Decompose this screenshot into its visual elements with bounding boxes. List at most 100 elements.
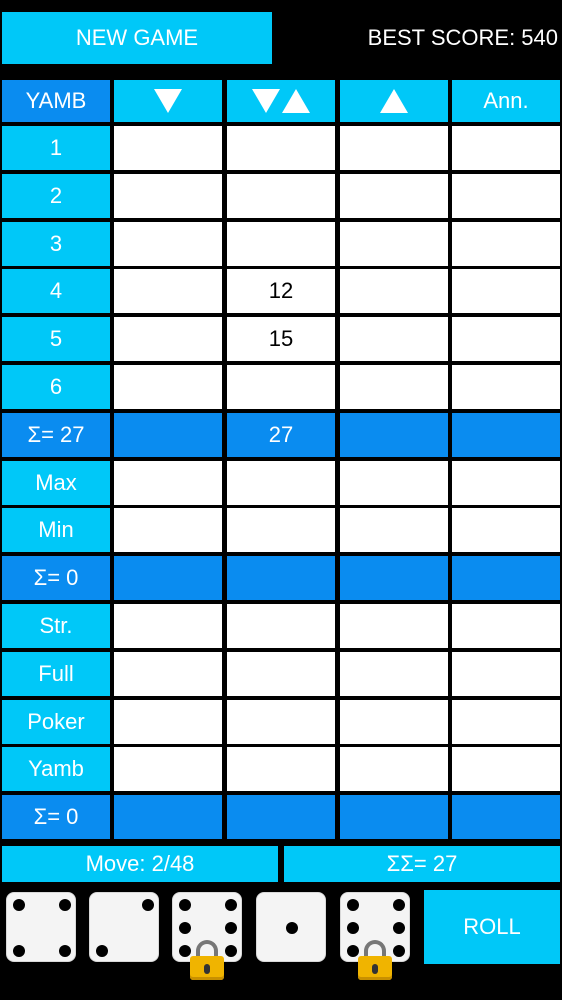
die-4[interactable] [256, 892, 326, 962]
score-cell[interactable] [114, 747, 222, 791]
score-cell[interactable] [227, 508, 335, 552]
score-cell[interactable] [340, 174, 448, 218]
die-pip [96, 945, 108, 957]
row-label: Full [2, 652, 110, 696]
die-pip [225, 899, 237, 911]
die-pip [286, 922, 298, 934]
score-cell[interactable] [114, 222, 222, 266]
score-cell [452, 556, 560, 600]
score-cell[interactable] [340, 700, 448, 744]
score-cell[interactable] [452, 365, 560, 409]
score-cell[interactable]: 15 [227, 317, 335, 361]
row-label: Yamb [2, 747, 110, 791]
row-label: Max [2, 461, 110, 505]
score-cell [452, 795, 560, 839]
score-cell[interactable] [340, 461, 448, 505]
score-cell[interactable] [114, 508, 222, 552]
score-cell [227, 556, 335, 600]
score-cell[interactable] [452, 652, 560, 696]
die-pip [59, 945, 71, 957]
score-cell [452, 413, 560, 457]
column-header-up[interactable] [340, 80, 448, 122]
column-header-yamb: YAMB [2, 80, 110, 122]
die-pip [13, 899, 25, 911]
die-pip [225, 945, 237, 957]
score-cell[interactable] [452, 269, 560, 313]
score-cell[interactable] [452, 126, 560, 170]
score-cell[interactable] [340, 747, 448, 791]
score-cell[interactable] [227, 747, 335, 791]
score-cell[interactable] [340, 508, 448, 552]
up-arrow-icon [380, 89, 408, 113]
row-label: Σ= 0 [2, 795, 110, 839]
score-cell[interactable] [114, 652, 222, 696]
score-cell[interactable] [452, 508, 560, 552]
column-header-announce[interactable]: Ann. [452, 80, 560, 122]
score-cell[interactable] [114, 269, 222, 313]
score-cell[interactable] [114, 126, 222, 170]
die-1[interactable] [6, 892, 76, 962]
die-pip [393, 945, 405, 957]
column-header-down[interactable] [114, 80, 222, 122]
score-cell[interactable] [452, 461, 560, 505]
score-cell [114, 413, 222, 457]
row-label: Str. [2, 604, 110, 648]
score-cell[interactable] [114, 174, 222, 218]
best-score-label: BEST SCORE: 540 [367, 25, 558, 50]
score-cell: 27 [227, 413, 335, 457]
grand-total: ΣΣ= 27 [284, 846, 560, 882]
row-label: 6 [2, 365, 110, 409]
score-cell[interactable] [227, 700, 335, 744]
score-cell[interactable] [227, 174, 335, 218]
die-pip [393, 922, 405, 934]
score-cell[interactable] [340, 365, 448, 409]
row-label: 2 [2, 174, 110, 218]
score-cell[interactable] [227, 604, 335, 648]
score-cell[interactable] [114, 604, 222, 648]
die-2[interactable] [89, 892, 159, 962]
score-cell[interactable] [227, 652, 335, 696]
score-cell[interactable] [340, 222, 448, 266]
score-cell[interactable] [227, 461, 335, 505]
score-cell[interactable] [340, 652, 448, 696]
move-counter: Move: 2/48 [2, 846, 278, 882]
row-label: 4 [2, 269, 110, 313]
score-cell[interactable] [114, 365, 222, 409]
new-game-button[interactable]: NEW GAME [2, 12, 272, 64]
score-cell[interactable] [114, 461, 222, 505]
score-cell [340, 556, 448, 600]
score-cell[interactable] [227, 126, 335, 170]
die-pip [179, 899, 191, 911]
row-label: Σ= 0 [2, 556, 110, 600]
lock-icon [358, 940, 392, 980]
down-arrow-icon [154, 89, 182, 113]
score-cell[interactable] [340, 604, 448, 648]
score-cell[interactable] [340, 317, 448, 361]
score-cell[interactable] [227, 365, 335, 409]
row-label: 1 [2, 126, 110, 170]
score-cell[interactable] [452, 604, 560, 648]
score-cell [114, 795, 222, 839]
score-cell[interactable] [452, 222, 560, 266]
die-pip [59, 899, 71, 911]
score-cell [340, 413, 448, 457]
score-cell[interactable] [227, 222, 335, 266]
down-up-arrows-icon [251, 89, 311, 113]
die-pip [225, 922, 237, 934]
score-cell[interactable] [452, 174, 560, 218]
score-cell[interactable] [452, 747, 560, 791]
row-label: Min [2, 508, 110, 552]
score-cell[interactable]: 12 [227, 269, 335, 313]
score-cell[interactable] [114, 700, 222, 744]
score-cell[interactable] [114, 317, 222, 361]
column-header-updown[interactable] [227, 80, 335, 122]
roll-button[interactable]: ROLL [424, 890, 560, 964]
score-cell[interactable] [452, 317, 560, 361]
die-pip [13, 945, 25, 957]
score-cell[interactable] [340, 126, 448, 170]
score-cell[interactable] [340, 269, 448, 313]
lock-icon [190, 940, 224, 980]
score-cell [340, 795, 448, 839]
row-label: 5 [2, 317, 110, 361]
score-cell[interactable] [452, 700, 560, 744]
